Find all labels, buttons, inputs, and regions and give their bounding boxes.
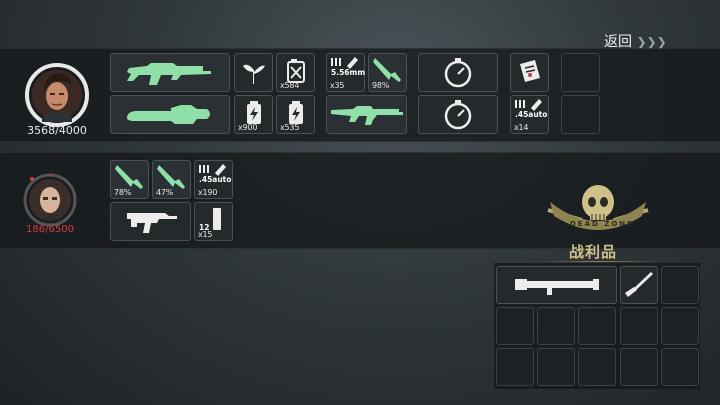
loot-empty-slot[interactable] — [537, 307, 575, 345]
loot-empty-slot[interactable] — [620, 348, 658, 386]
knife-durability: 98% — [372, 81, 390, 90]
player2-hp: 186/6500 — [26, 224, 74, 235]
skull-emblem-icon: DEAD ZONE — [542, 180, 654, 242]
player1-battery-slot[interactable]: x900 — [234, 95, 273, 134]
battery2-quantity: x535 — [280, 123, 300, 132]
player1-manual-slot[interactable] — [510, 53, 549, 92]
player1-timer2-slot[interactable] — [418, 95, 498, 134]
player1-chainsaw-slot[interactable] — [110, 95, 230, 134]
player1-avatar[interactable] — [22, 60, 92, 130]
player1-ammo45-slot[interactable]: .45auto x14 — [510, 95, 549, 134]
loot-empty-slot[interactable] — [661, 266, 699, 304]
player2-ammo45-slot[interactable]: .45auto x190 — [194, 160, 233, 199]
loot-empty-slot[interactable] — [578, 348, 616, 386]
stopwatch-icon — [444, 100, 472, 130]
player1-herb-slot[interactable] — [234, 53, 273, 92]
player1-hp: 3568/4000 — [27, 124, 87, 137]
ammo45-quantity: x14 — [514, 123, 529, 132]
fuel-quantity: x584 — [280, 81, 300, 90]
knife1-durability: 78% — [114, 188, 132, 197]
player2-smg-slot[interactable] — [110, 202, 191, 241]
loot-empty-slot[interactable] — [496, 307, 534, 345]
player2-avatar[interactable] — [22, 172, 78, 228]
emblem-text: DEAD ZONE — [570, 220, 634, 228]
herb-icon — [243, 64, 265, 84]
smg-icon — [127, 213, 177, 233]
m4-rifle-icon — [331, 106, 403, 125]
loot-empty-slot[interactable] — [620, 307, 658, 345]
player2-knife2-slot[interactable]: 47% — [152, 160, 191, 199]
knife2-durability: 47% — [156, 188, 174, 197]
back-arrows-icon: ❯❯❯ — [636, 35, 667, 49]
player1-rifle-slot[interactable] — [110, 53, 230, 92]
p2-ammo45-quantity: x190 — [198, 188, 218, 197]
assault-rifle-icon — [127, 63, 211, 85]
player1-empty-slot[interactable] — [561, 95, 600, 134]
battery-quantity: x900 — [238, 123, 258, 132]
loot-empty-slot[interactable] — [578, 307, 616, 345]
loot-empty-slot[interactable] — [661, 348, 699, 386]
player1-battery2-slot[interactable]: x535 — [276, 95, 315, 134]
player2-knife1-slot[interactable]: 78% — [110, 160, 149, 199]
loot-empty-slot[interactable] — [537, 348, 575, 386]
loot-title-underline — [540, 261, 660, 262]
loot-empty-slot[interactable] — [496, 348, 534, 386]
manual-book-icon — [520, 60, 540, 82]
player1-timer-slot[interactable] — [418, 53, 498, 92]
knife-icon — [625, 272, 653, 297]
loot-title: 战利品 — [569, 243, 618, 261]
player1-ammo556-slot[interactable]: 5.56mm x35 — [326, 53, 365, 92]
chainsaw-icon — [127, 105, 210, 124]
player1-empty-slot[interactable] — [561, 53, 600, 92]
ammo12-quantity: x15 — [198, 230, 213, 239]
loot-knife-slot[interactable] — [620, 266, 658, 304]
stopwatch-icon — [444, 58, 472, 88]
ammo556-quantity: x35 — [330, 81, 345, 90]
ammo45-label: .45auto — [515, 110, 548, 119]
player1-knife-slot[interactable]: 98% — [368, 53, 407, 92]
player1-fuel-slot[interactable]: x584 — [276, 53, 315, 92]
p2-ammo45-label: .45auto — [199, 175, 232, 184]
loot-empty-slot[interactable] — [661, 307, 699, 345]
player2-ammo12-slot[interactable]: 12 x15 — [194, 202, 233, 241]
ammo556-label: 5.56mm — [331, 68, 366, 77]
rocket-launcher-icon — [515, 279, 599, 295]
loot-rocket-launcher-slot[interactable] — [496, 266, 617, 304]
player1-m4-slot[interactable] — [326, 95, 407, 134]
